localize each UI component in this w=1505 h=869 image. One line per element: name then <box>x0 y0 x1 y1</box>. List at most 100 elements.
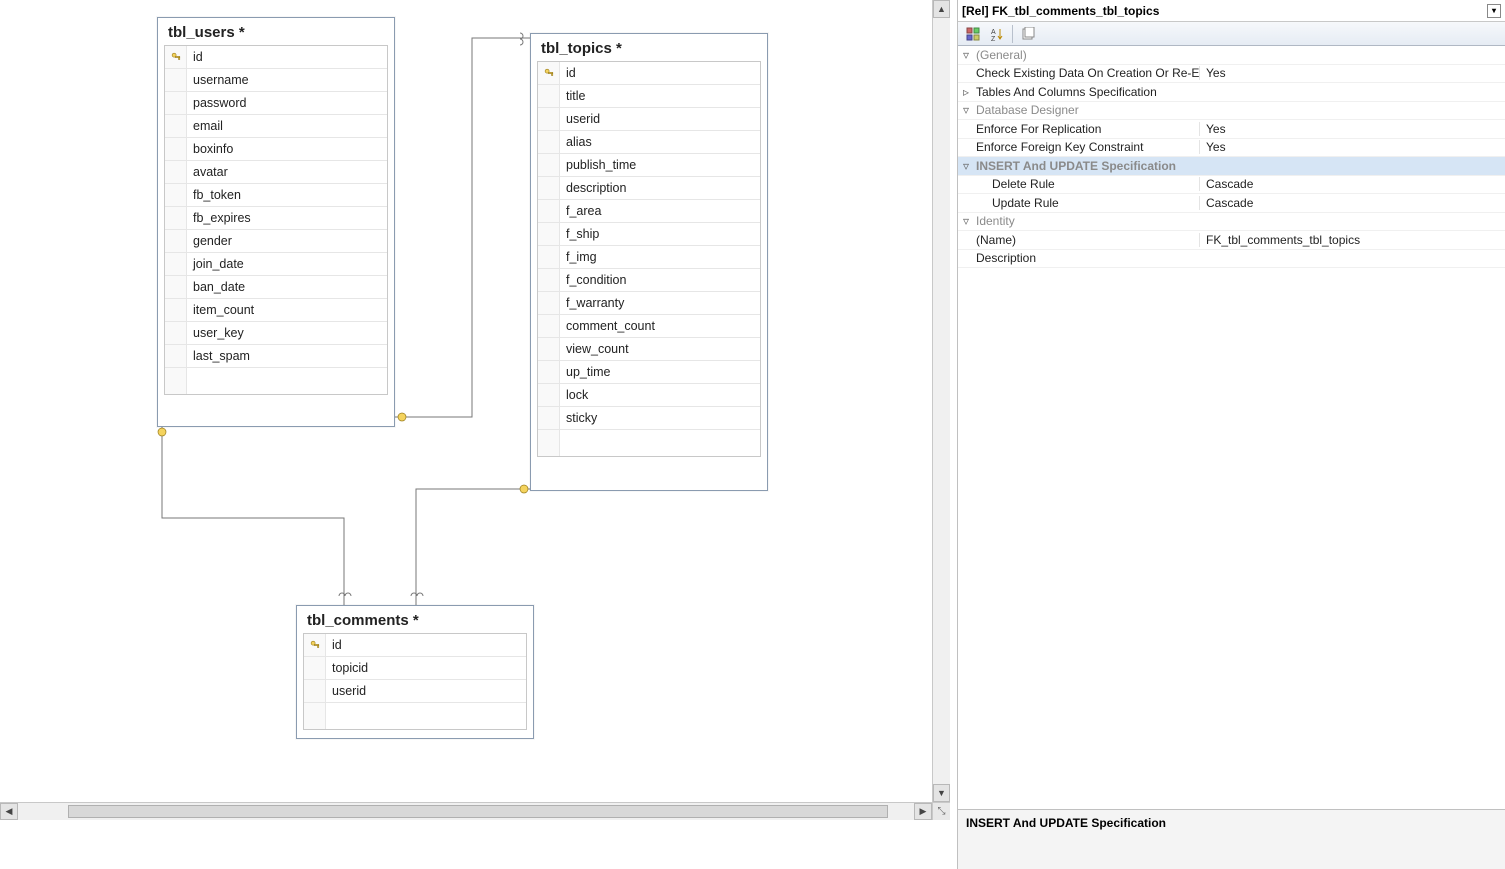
column-row[interactable]: title <box>538 85 760 108</box>
column-row[interactable]: user_key <box>165 322 387 345</box>
property-row[interactable]: Check Existing Data On Creation Or Re-En… <box>958 65 1505 84</box>
expand-collapse-icon[interactable]: ▿ <box>958 48 974 62</box>
expand-collapse-icon[interactable]: ▿ <box>958 214 974 228</box>
column-icon-slot <box>165 299 187 321</box>
table-tbl_topics[interactable]: tbl_topics *idtitle userid alias publish_ti… <box>530 33 768 491</box>
column-row[interactable]: join_date <box>165 253 387 276</box>
column-row[interactable]: password <box>165 92 387 115</box>
column-row[interactable]: avatar <box>165 161 387 184</box>
column-row[interactable]: fb_token <box>165 184 387 207</box>
column-row[interactable]: userid <box>538 108 760 131</box>
column-row[interactable]: f_img <box>538 246 760 269</box>
property-category[interactable]: ▿Database Designer <box>958 102 1505 121</box>
property-value[interactable]: Cascade <box>1199 196 1505 210</box>
property-value[interactable]: Yes <box>1199 140 1505 154</box>
column-name: alias <box>560 135 592 149</box>
table-title[interactable]: tbl_comments * <box>297 606 533 633</box>
column-icon-slot <box>304 703 326 729</box>
categorized-view-button[interactable] <box>962 24 984 44</box>
properties-grid[interactable]: ▿(General)Check Existing Data On Creatio… <box>958 46 1505 809</box>
property-value[interactable]: Yes <box>1199 66 1505 80</box>
column-row[interactable]: up_time <box>538 361 760 384</box>
property-row[interactable]: Description <box>958 250 1505 269</box>
column-row[interactable]: ban_date <box>165 276 387 299</box>
column-name: avatar <box>187 165 228 179</box>
column-row[interactable]: item_count <box>165 299 387 322</box>
property-row[interactable]: Delete RuleCascade <box>958 176 1505 195</box>
expand-collapse-icon[interactable]: ▿ <box>958 103 974 117</box>
column-row[interactable]: fb_expires <box>165 207 387 230</box>
properties-toolbar: AZ <box>958 22 1505 46</box>
property-row[interactable]: Enforce For ReplicationYes <box>958 120 1505 139</box>
column-icon-slot <box>165 161 187 183</box>
column-row[interactable]: userid <box>304 680 526 703</box>
property-label: INSERT And UPDATE Specification <box>974 159 1199 173</box>
column-row[interactable]: description <box>538 177 760 200</box>
properties-description-title: INSERT And UPDATE Specification <box>966 816 1166 830</box>
column-row[interactable]: f_ship <box>538 223 760 246</box>
horizontal-scrollbar[interactable]: ◀ ▶ <box>0 802 932 820</box>
column-row[interactable]: view_count <box>538 338 760 361</box>
column-row[interactable]: id <box>165 46 387 69</box>
scroll-corner-grip[interactable]: ⤡ <box>932 802 950 820</box>
property-pages-button[interactable] <box>1017 24 1039 44</box>
column-icon-slot <box>165 92 187 114</box>
property-label: Delete Rule <box>974 177 1199 191</box>
scroll-right-arrow[interactable]: ▶ <box>914 803 932 820</box>
column-row[interactable]: lock <box>538 384 760 407</box>
property-row[interactable]: ▹Tables And Columns Specification <box>958 83 1505 102</box>
column-row[interactable]: f_area <box>538 200 760 223</box>
property-row[interactable]: (Name)FK_tbl_comments_tbl_topics <box>958 231 1505 250</box>
column-row[interactable]: id <box>304 634 526 657</box>
column-row[interactable]: comment_count <box>538 315 760 338</box>
column-name: item_count <box>187 303 254 317</box>
property-category[interactable]: ▿Identity <box>958 213 1505 232</box>
column-name: fb_expires <box>187 211 251 225</box>
column-icon-slot <box>538 407 560 429</box>
column-row[interactable]: gender <box>165 230 387 253</box>
column-row[interactable]: last_spam <box>165 345 387 368</box>
column-row[interactable]: username <box>165 69 387 92</box>
expand-collapse-icon[interactable]: ▿ <box>958 159 974 173</box>
property-value[interactable]: FK_tbl_comments_tbl_topics <box>1199 233 1505 247</box>
vertical-scrollbar[interactable]: ▲ ▼ <box>932 0 950 802</box>
column-row[interactable]: boxinfo <box>165 138 387 161</box>
scroll-left-arrow[interactable]: ◀ <box>0 803 18 820</box>
column-row[interactable]: alias <box>538 131 760 154</box>
column-row-blank[interactable] <box>304 703 526 729</box>
alphabetical-view-button[interactable]: AZ <box>986 24 1008 44</box>
scroll-down-arrow[interactable]: ▼ <box>933 784 950 802</box>
column-name: email <box>187 119 223 133</box>
table-title[interactable]: tbl_topics * <box>531 34 767 61</box>
property-category[interactable]: ▿INSERT And UPDATE Specification <box>958 157 1505 176</box>
property-value[interactable]: Cascade <box>1199 177 1505 191</box>
scroll-up-arrow[interactable]: ▲ <box>933 0 950 18</box>
column-icon-slot <box>538 246 560 268</box>
property-row[interactable]: Update RuleCascade <box>958 194 1505 213</box>
expand-collapse-icon[interactable]: ▹ <box>958 85 974 99</box>
properties-object-name: [Rel] FK_tbl_comments_tbl_topics <box>962 4 1159 18</box>
column-name: gender <box>187 234 232 248</box>
properties-dropdown-icon[interactable]: ▾ <box>1487 4 1501 18</box>
column-row[interactable]: f_warranty <box>538 292 760 315</box>
column-name: userid <box>560 112 600 126</box>
column-name: last_spam <box>187 349 250 363</box>
table-tbl_comments[interactable]: tbl_comments *idtopiciduserid <box>296 605 534 739</box>
properties-header[interactable]: [Rel] FK_tbl_comments_tbl_topics ▾ <box>958 0 1505 22</box>
column-row-blank[interactable] <box>165 368 387 394</box>
column-row[interactable]: email <box>165 115 387 138</box>
diagram-canvas[interactable]: tbl_users *idusernamepasswordemailboxinf… <box>0 0 950 820</box>
property-row[interactable]: Enforce Foreign Key ConstraintYes <box>958 139 1505 158</box>
column-row[interactable]: sticky <box>538 407 760 430</box>
column-row[interactable]: publish_time <box>538 154 760 177</box>
column-row[interactable]: f_condition <box>538 269 760 292</box>
property-value[interactable]: Yes <box>1199 122 1505 136</box>
table-title[interactable]: tbl_users * <box>158 18 394 45</box>
table-tbl_users[interactable]: tbl_users *idusernamepassword email boxinf… <box>157 17 395 427</box>
property-category[interactable]: ▿(General) <box>958 46 1505 65</box>
column-row[interactable]: id <box>538 62 760 85</box>
column-row[interactable]: topicid <box>304 657 526 680</box>
hscroll-thumb[interactable] <box>68 805 888 818</box>
column-row-blank[interactable] <box>538 430 760 456</box>
column-icon-slot <box>538 361 560 383</box>
